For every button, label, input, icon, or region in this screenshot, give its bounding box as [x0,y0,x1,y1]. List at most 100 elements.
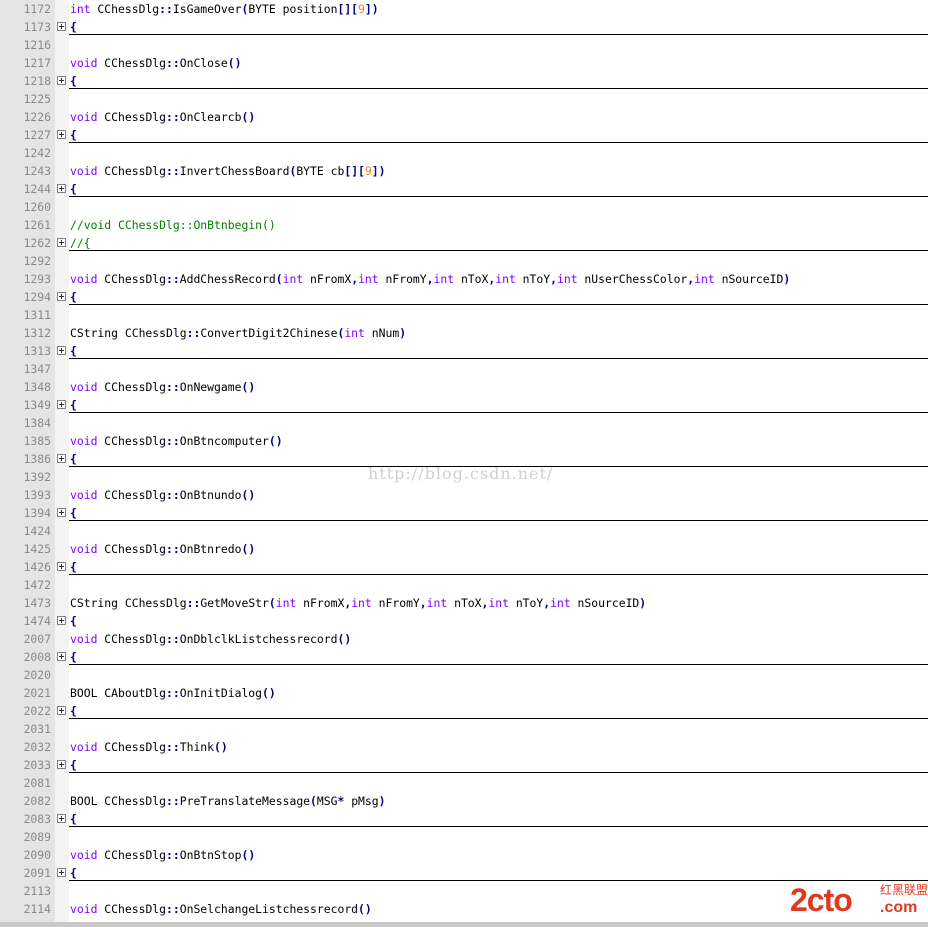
code-text: { [70,126,77,144]
code-line[interactable]: 1473 CString CChessDlg::GetMoveStr(int nF… [0,594,928,612]
fold-toggle-plus-icon[interactable] [57,760,66,769]
fold-toggle-plus-icon[interactable] [57,652,66,661]
code-token: InvertChessBoard [179,164,290,178]
fold-toggle-plus-icon[interactable] [57,130,66,139]
code-line[interactable]: 2020 [0,666,928,684]
fold-toggle-plus-icon[interactable] [57,400,66,409]
code-token: () [358,902,372,916]
code-line[interactable]: 1347 [0,360,928,378]
code-line[interactable]: 1216 [0,36,928,54]
code-line[interactable]: 2032 void CChessDlg::Think() [0,738,928,756]
line-number: 1348 [23,380,51,394]
code-token: int [70,2,91,16]
code-token: ]) [371,164,386,178]
code-line[interactable]: 2031 [0,720,928,738]
fold-toggle-plus-icon[interactable] [57,454,66,463]
code-line[interactable]: 1472 [0,576,928,594]
fold-toggle-plus-icon[interactable] [57,292,66,301]
code-line[interactable]: 1349 { [0,396,928,414]
code-token: () [241,488,256,502]
fold-toggle-plus-icon[interactable] [57,706,66,715]
code-line[interactable]: 1218 { [0,72,928,90]
line-number: 2082 [23,794,51,808]
fold-toggle-plus-icon[interactable] [57,814,66,823]
code-line[interactable]: 2113 [0,882,928,900]
code-line[interactable]: 2081 [0,774,928,792]
code-line[interactable]: 1261 //void CChessDlg::OnBtnbegin() [0,216,928,234]
fold-toggle-plus-icon[interactable] [57,562,66,571]
code-token: { [70,614,77,628]
code-text: void CChessDlg::OnDblclkListchessrecord(… [70,630,351,648]
code-line[interactable]: 2021 BOOL CAboutDlg::OnInitDialog() [0,684,928,702]
code-line[interactable]: 1425 void CChessDlg::OnBtnredo() [0,540,928,558]
code-text: void CChessDlg::OnBtnundo() [70,486,255,504]
code-line[interactable]: 1172 int CChessDlg::IsGameOver(BYTE posit… [0,0,928,18]
code-token: :: [166,380,180,394]
code-line[interactable]: 1227 { [0,126,928,144]
code-line[interactable]: 1243 void CChessDlg::InvertChessBoard(BYT… [0,162,928,180]
code-text: { [70,648,77,666]
fold-toggle-plus-icon[interactable] [57,346,66,355]
code-line[interactable]: 2082 BOOL CChessDlg::PreTranslateMessage(… [0,792,928,810]
code-line[interactable]: 1384 [0,414,928,432]
code-line[interactable]: 2091 { [0,864,928,882]
code-token: void [70,110,98,124]
line-number: 1292 [23,254,51,268]
code-line[interactable]: 1312 CString CChessDlg::ConvertDigit2Chin… [0,324,928,342]
code-line[interactable]: 2008 { [0,648,928,666]
code-token: int [550,596,571,610]
code-line[interactable]: 1294 { [0,288,928,306]
code-line[interactable]: 1393 void CChessDlg::OnBtnundo() [0,486,928,504]
code-token: CChessDlg [97,632,167,646]
code-token: int [351,596,372,610]
code-line[interactable]: 2090 void CChessDlg::OnBtnStop() [0,846,928,864]
code-line[interactable]: 1426 { [0,558,928,576]
code-line[interactable]: 2114 void CChessDlg::OnSelchangeListchess… [0,900,928,918]
code-line[interactable]: 1217 void CChessDlg::OnClose() [0,54,928,72]
code-token: void [70,272,98,286]
code-text: { [70,18,77,36]
code-line[interactable]: 1262 //{ [0,234,928,252]
code-text: CString CChessDlg::GetMoveStr(int nFromX… [70,594,646,612]
code-line[interactable]: 1244 { [0,180,928,198]
code-line[interactable]: 1474 { [0,612,928,630]
code-line[interactable]: 1225 [0,90,928,108]
code-line[interactable]: 1173 { [0,18,928,36]
code-text: void CChessDlg::InvertChessBoard(BYTE cb… [70,162,386,180]
code-line[interactable]: 1424 [0,522,928,540]
code-line[interactable]: 2083 { [0,810,928,828]
fold-toggle-plus-icon[interactable] [57,238,66,247]
code-token: 9 [364,164,372,178]
code-line[interactable]: 1394 { [0,504,928,522]
fold-toggle-plus-icon[interactable] [57,508,66,517]
code-line[interactable]: 1311 [0,306,928,324]
fold-toggle-plus-icon[interactable] [57,22,66,31]
code-line[interactable]: 1348 void CChessDlg::OnNewgame() [0,378,928,396]
code-editor[interactable]: 1172 int CChessDlg::IsGameOver(BYTE posit… [0,0,928,922]
fold-toggle-plus-icon[interactable] [57,868,66,877]
code-line[interactable]: 1292 [0,252,928,270]
code-token: nSourceID [570,596,640,610]
code-text: void CChessDlg::OnClearcb() [70,108,255,126]
code-line[interactable]: 1385 void CChessDlg::OnBtncomputer() [0,432,928,450]
code-token: :: [166,542,180,556]
code-line[interactable]: 1260 [0,198,928,216]
code-token: , [419,596,427,610]
line-number: 1385 [23,434,51,448]
fold-toggle-plus-icon[interactable] [57,76,66,85]
code-line[interactable]: 1293 void CChessDlg::AddChessRecord(int n… [0,270,928,288]
code-token: :: [166,488,180,502]
code-line[interactable]: 2022 { [0,702,928,720]
code-token: [][ [337,2,359,16]
code-line[interactable]: 2089 [0,828,928,846]
code-token: () [241,380,256,394]
code-token: { [70,506,77,520]
fold-toggle-plus-icon[interactable] [57,616,66,625]
code-line[interactable]: 1313 { [0,342,928,360]
line-number: 1243 [23,164,51,178]
code-line[interactable]: 1226 void CChessDlg::OnClearcb() [0,108,928,126]
code-line[interactable]: 2007 void CChessDlg::OnDblclkListchessrec… [0,630,928,648]
code-line[interactable]: 2033 { [0,756,928,774]
fold-toggle-plus-icon[interactable] [57,184,66,193]
code-line[interactable]: 1242 [0,144,928,162]
